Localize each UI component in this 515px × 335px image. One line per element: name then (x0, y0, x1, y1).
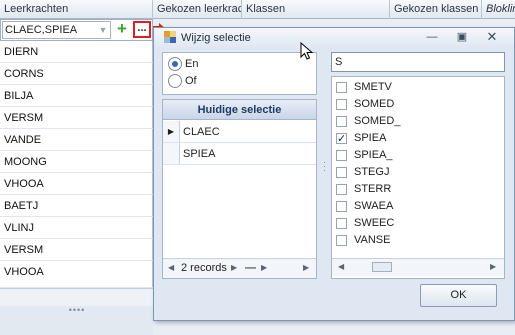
scrollbar-thumb[interactable] (372, 262, 392, 272)
last-record-icon[interactable]: ▶ (261, 259, 267, 277)
list-item[interactable]: SOMED_ (336, 113, 496, 130)
checkbox[interactable] (336, 99, 347, 110)
checkbox[interactable] (336, 201, 347, 212)
search-input[interactable]: S (331, 52, 505, 72)
list-item-label: VANSE (354, 234, 391, 246)
row-indicator-icon: ▶ (163, 121, 180, 142)
panel-splitter[interactable]: · · · (323, 158, 327, 175)
ok-button[interactable]: OK (420, 284, 497, 307)
column-header-blokline[interactable]: Blokline (482, 0, 515, 19)
list-item[interactable]: SWAEA (336, 198, 496, 215)
list-item-label: SWAEA (354, 200, 394, 212)
current-selection-header: Huidige selectie (163, 100, 316, 120)
list-item-label: SPIEA (354, 132, 387, 144)
column-header-leerkrachten[interactable]: Leerkrachten (0, 0, 153, 19)
close-icon[interactable]: ✕ (484, 30, 500, 44)
chevron-down-icon[interactable]: ▼ (96, 21, 110, 39)
list-item[interactable]: SOMED (336, 96, 496, 113)
remove-record-icon[interactable]: — (245, 259, 256, 277)
list-item[interactable]: STEGJ (336, 164, 496, 181)
list-item[interactable]: SPIEA (336, 130, 496, 148)
record-count: 2 records (181, 262, 227, 274)
dialog-app-icon (164, 31, 176, 43)
checkbox-checked[interactable] (336, 131, 347, 148)
checkbox[interactable] (336, 167, 347, 178)
prev-icon[interactable]: ◀ (168, 259, 174, 277)
table-row[interactable]: CORNS (0, 63, 153, 85)
teacher-combo[interactable]: CLAEC,SPIEA (2, 21, 111, 39)
checkbox[interactable] (336, 116, 347, 127)
table-row[interactable]: DIERN (0, 41, 153, 63)
checkbox[interactable] (336, 218, 347, 229)
next-icon[interactable]: ▶ (231, 259, 237, 277)
list-item[interactable]: STERR (336, 181, 496, 198)
grid-footer (0, 288, 153, 306)
checkbox[interactable] (336, 235, 347, 246)
maximize-icon[interactable]: ▣ (454, 30, 470, 44)
column-header-gekozen-leerkrachten[interactable]: Gekozen leerkrac... (153, 0, 242, 19)
list-item-label: SOMED (354, 98, 395, 110)
list-item-label: SPIEA_ (354, 149, 393, 161)
list-item-label: SOMED_ (354, 115, 401, 127)
radio-en[interactable] (168, 57, 182, 71)
row-indicator-cell (163, 143, 180, 164)
list-item-label: SWEEC (354, 217, 395, 229)
edit-selection-button[interactable]: ... (133, 21, 151, 38)
list-item[interactable]: SPIEA_ (336, 147, 496, 164)
record-navigator: ◀ 2 records ▶ — ▶ ▶ (163, 258, 316, 278)
mouse-cursor-icon (300, 42, 314, 60)
horizontal-scrollbar[interactable]: ◀ ▶ (332, 258, 504, 276)
radio-en-label: En (185, 58, 199, 70)
dialog-title: Wijzig selectie (181, 32, 251, 44)
scroll-right-icon[interactable]: ▶ (303, 259, 309, 277)
checkbox[interactable] (336, 82, 347, 93)
table-row[interactable]: BILJA (0, 85, 153, 107)
checkbox[interactable] (336, 150, 347, 161)
minimize-icon[interactable]: — (424, 30, 440, 44)
resize-grip-icon[interactable]: •••• (65, 306, 89, 315)
table-row[interactable]: VHOOA (0, 261, 153, 288)
scroll-left-icon[interactable]: ◀ (338, 262, 344, 271)
table-row[interactable]: MOONG (0, 151, 153, 173)
radio-of[interactable] (168, 74, 182, 88)
table-row[interactable]: VHOOA (0, 173, 153, 195)
list-item-label: SPIEA (183, 148, 216, 160)
list-item[interactable]: SPIEA (163, 143, 316, 165)
table-row[interactable]: VLINJ (0, 217, 153, 239)
scroll-right-icon[interactable]: ▶ (490, 262, 496, 271)
list-item[interactable]: SMETV (336, 79, 496, 96)
checkbox[interactable] (336, 184, 347, 195)
table-row[interactable]: VANDE (0, 129, 153, 151)
list-item[interactable]: VANSE (336, 232, 496, 249)
list-item[interactable]: SWEEC (336, 215, 496, 232)
table-row[interactable]: VERSM (0, 107, 153, 129)
list-item-label: SMETV (354, 81, 392, 93)
list-item-label: STERR (354, 183, 392, 195)
add-icon[interactable]: + (114, 20, 130, 38)
list-item[interactable]: ▶ CLAEC (163, 121, 316, 143)
column-header-klassen[interactable]: Klassen (242, 0, 390, 19)
table-row[interactable]: VERSM (0, 239, 153, 261)
list-item-label: CLAEC (183, 126, 220, 138)
list-item-label: STEGJ (354, 166, 390, 178)
radio-of-label: Of (185, 75, 197, 87)
table-row[interactable]: BAETJ (0, 195, 153, 217)
column-header-gekozen-klassen[interactable]: Gekozen klassen (390, 0, 482, 19)
